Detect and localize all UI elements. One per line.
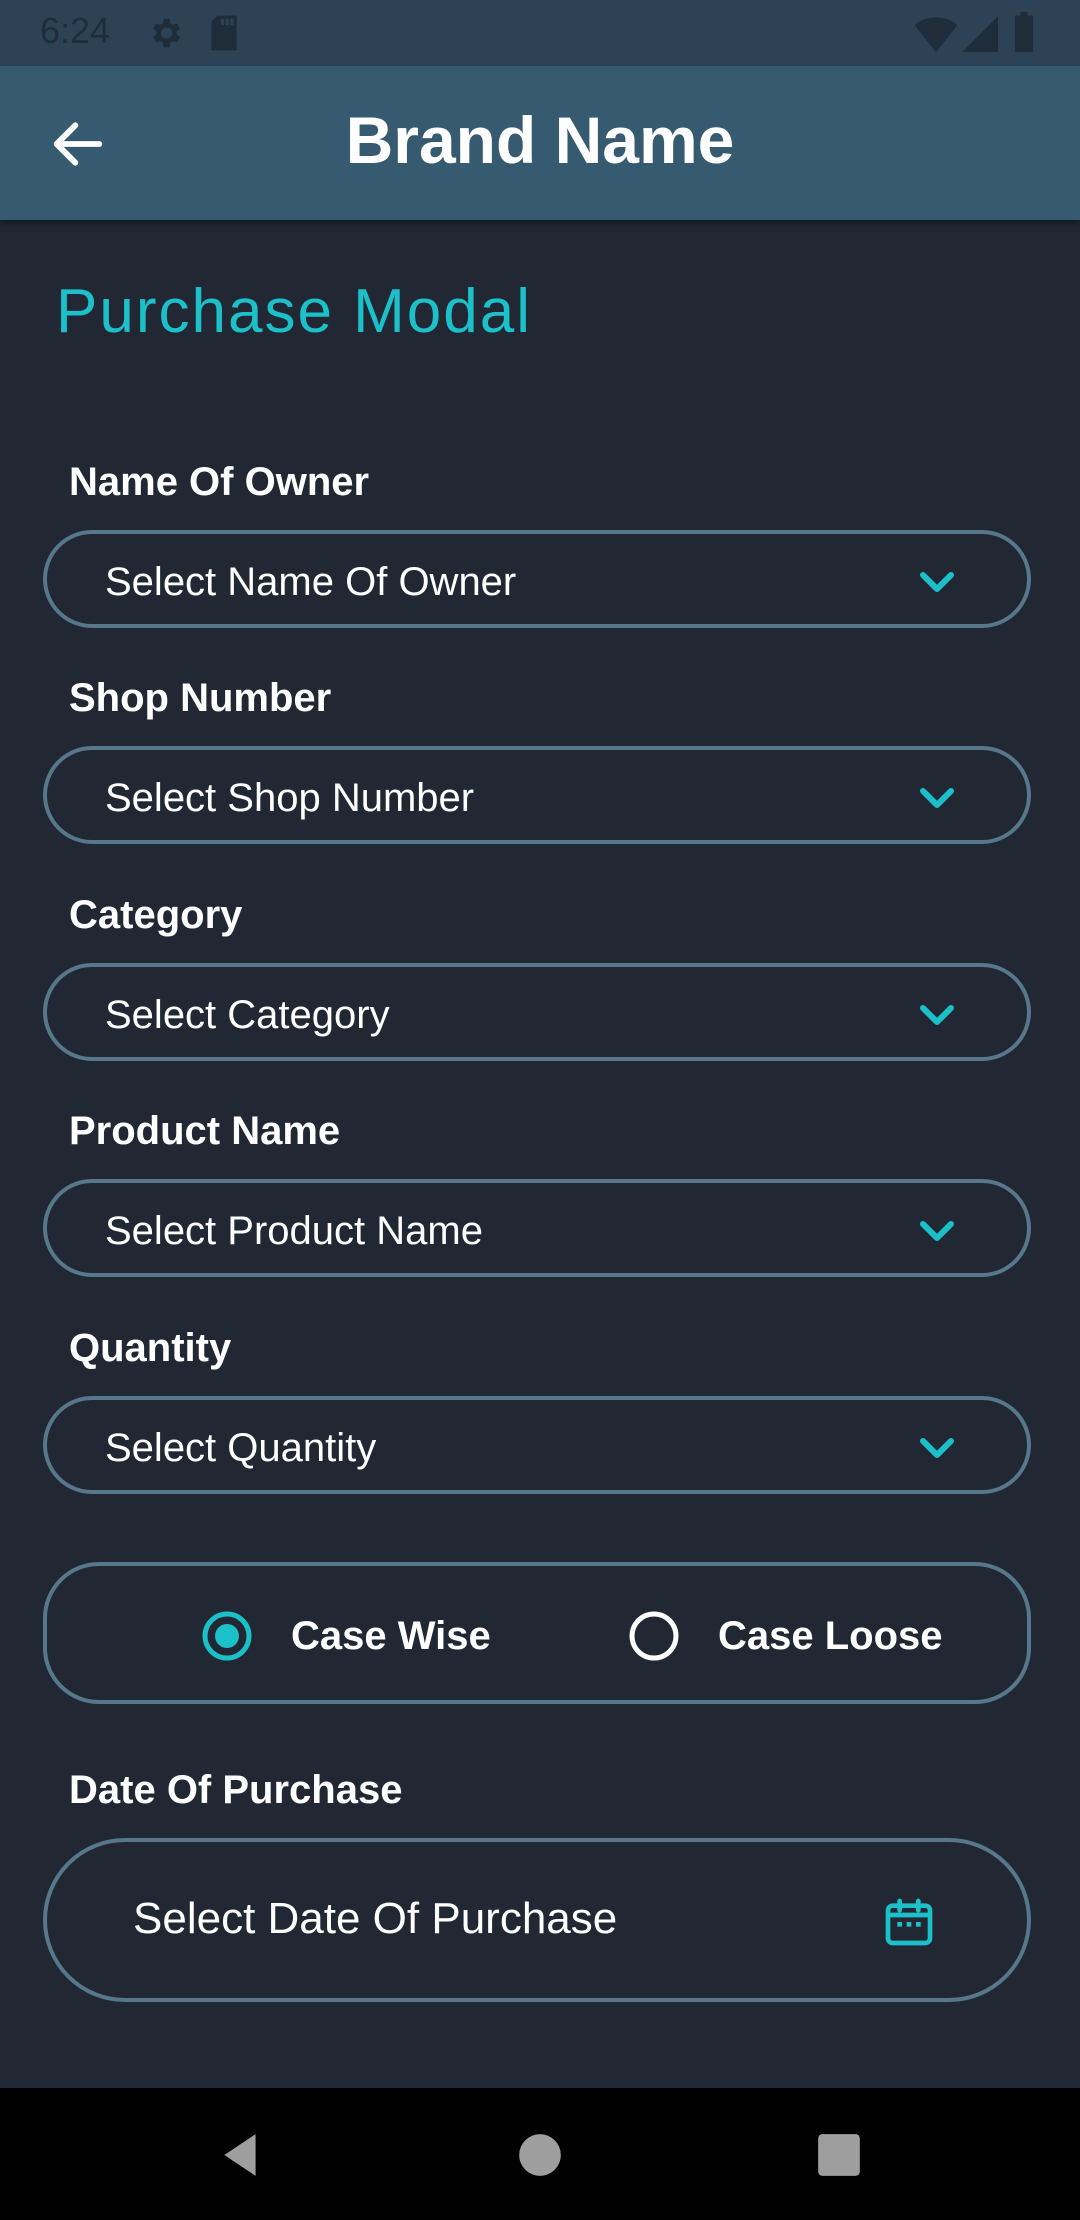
shop-number-label: Shop Number	[69, 676, 332, 720]
radio-selected-icon	[201, 1610, 253, 1662]
gear-icon	[146, 14, 184, 57]
wifi-icon	[914, 16, 958, 57]
sd-card-icon	[208, 14, 240, 57]
radio-unselected-icon	[628, 1610, 680, 1662]
owner-name-select[interactable]: Select Name Of Owner	[43, 530, 1031, 628]
page-heading: Purchase Modal	[56, 277, 533, 346]
status-time: 6:24	[40, 10, 111, 51]
recents-square-icon[interactable]	[814, 2130, 864, 2180]
quantity-label: Quantity	[69, 1326, 232, 1370]
product-name-select[interactable]: Select Product Name	[43, 1179, 1031, 1277]
shop-number-select[interactable]: Select Shop Number	[43, 746, 1031, 844]
home-circle-icon[interactable]	[515, 2130, 565, 2180]
shop-number-placeholder: Select Shop Number	[105, 776, 475, 820]
product-name-label: Product Name	[69, 1109, 341, 1153]
back-triangle-icon[interactable]	[216, 2130, 266, 2180]
system-nav-bar	[0, 2088, 1080, 2220]
category-label: Category	[69, 893, 243, 937]
product-name-placeholder: Select Product Name	[105, 1209, 483, 1253]
battery-icon	[1012, 12, 1036, 57]
radio-case-wise-label: Case Wise	[291, 1614, 491, 1658]
signal-icon	[962, 16, 998, 57]
chevron-down-icon	[917, 1217, 957, 1247]
chevron-down-icon	[917, 1001, 957, 1031]
chevron-down-icon	[917, 1434, 957, 1464]
chevron-down-icon	[917, 784, 957, 814]
owner-name-placeholder: Select Name Of Owner	[105, 560, 517, 604]
case-type-radio-group: Case Wise Case Loose	[43, 1562, 1031, 1704]
radio-case-wise[interactable]: Case Wise	[201, 1606, 501, 1662]
radio-case-loose-label: Case Loose	[718, 1614, 943, 1658]
status-bar: 6:24	[0, 0, 1080, 66]
radio-case-loose[interactable]: Case Loose	[628, 1606, 948, 1662]
quantity-placeholder: Select Quantity	[105, 1426, 377, 1470]
app-title: Brand Name	[345, 103, 735, 177]
date-of-purchase-placeholder: Select Date Of Purchase	[133, 1894, 618, 1943]
calendar-icon[interactable]	[881, 1894, 937, 1950]
quantity-select[interactable]: Select Quantity	[43, 1396, 1031, 1494]
category-select[interactable]: Select Category	[43, 963, 1031, 1061]
chevron-down-icon	[917, 568, 957, 598]
date-of-purchase-field[interactable]: Select Date Of Purchase	[43, 1838, 1031, 2002]
app-bar: Brand Name	[0, 66, 1080, 220]
date-of-purchase-label: Date Of Purchase	[69, 1768, 403, 1812]
owner-name-label: Name Of Owner	[69, 460, 370, 504]
category-placeholder: Select Category	[105, 993, 390, 1037]
